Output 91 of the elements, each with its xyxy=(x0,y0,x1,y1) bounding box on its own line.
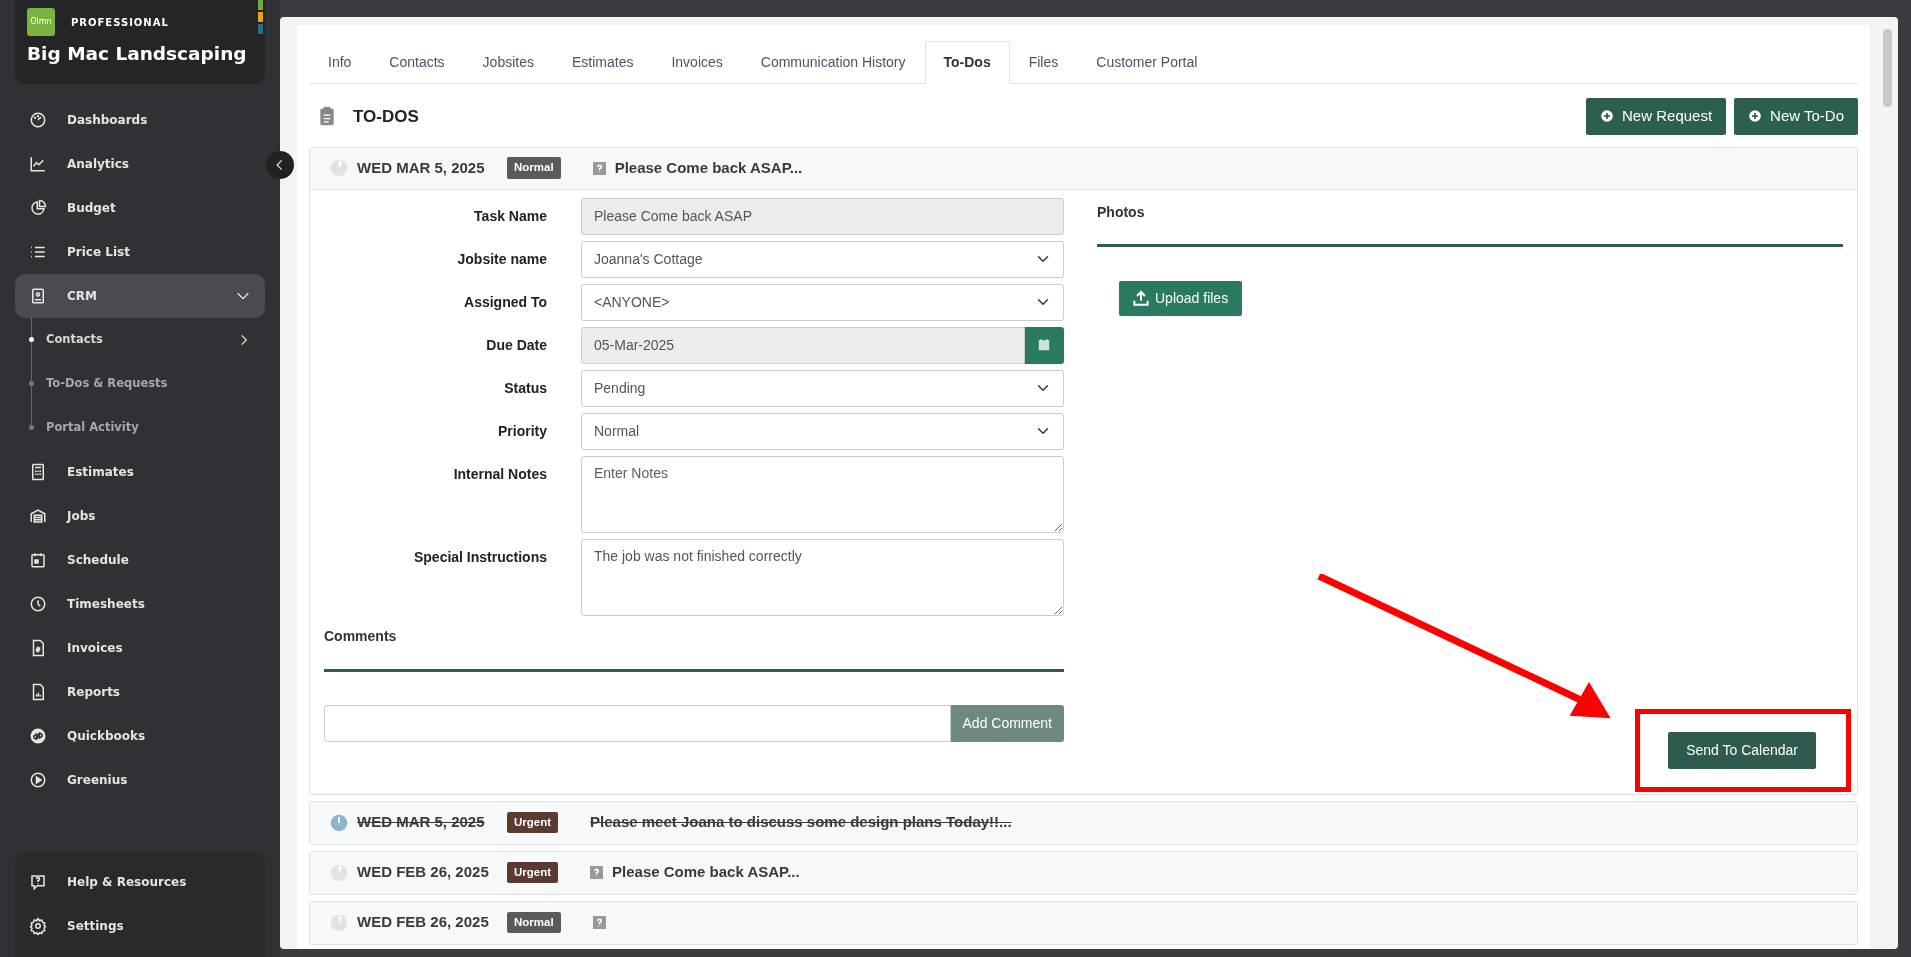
gauge-icon xyxy=(29,111,47,129)
sidebar-item[interactable]: Timesheets xyxy=(15,582,265,626)
tab[interactable]: To-Dos xyxy=(924,41,1010,84)
sidebar-item[interactable]: Greenius xyxy=(15,758,265,802)
sidebar-item[interactable]: Reports xyxy=(15,670,265,714)
field-label: Due Date xyxy=(485,335,547,355)
sidebar-item[interactable]: Schedule xyxy=(15,538,265,582)
tab[interactable]: Customer Portal xyxy=(1077,41,1217,84)
play-icon xyxy=(29,771,47,789)
tab[interactable]: Estimates xyxy=(552,41,653,84)
plus-circle-icon xyxy=(1600,109,1615,124)
text-field[interactable]: Please Come back ASAP xyxy=(581,197,1064,235)
plus-circle-icon xyxy=(1748,109,1763,124)
sidebar-item[interactable]: Invoices xyxy=(15,626,265,670)
field-label: Internal Notes xyxy=(452,464,547,484)
color-strips xyxy=(258,0,263,36)
todo-header[interactable]: WED FEB 26, 2025 Urgent Please Come back ASAP... xyxy=(310,851,1857,894)
logo: Olmn xyxy=(27,8,55,36)
todo-date: WED MAR 5, 2025 xyxy=(357,812,486,833)
sidebar-subitem[interactable]: Contacts xyxy=(15,318,265,362)
photos-title: Photos xyxy=(1097,202,1146,222)
sidebar-item[interactable]: Jobs xyxy=(15,494,265,538)
tab[interactable]: Info xyxy=(309,41,371,84)
help-bubble-icon xyxy=(29,873,47,891)
add-comment-button[interactable]: Add Comment xyxy=(950,704,1064,742)
comments-title: Comments xyxy=(324,626,398,646)
tab[interactable]: Files xyxy=(1009,41,1078,84)
qb-logo-icon xyxy=(29,727,47,745)
calculator-icon xyxy=(29,463,47,481)
field-label: Jobsite name xyxy=(456,249,547,269)
sidebar-item[interactable]: Quickbooks xyxy=(15,714,265,758)
tab[interactable]: Contacts xyxy=(370,41,464,84)
todo-date: WED FEB 26, 2025 xyxy=(357,912,490,933)
scrollbar-thumb[interactable] xyxy=(1883,29,1892,107)
pie-chart-icon xyxy=(29,199,47,217)
field-label: Task Name xyxy=(473,206,547,226)
dropdown-field[interactable]: <ANYONE> xyxy=(581,283,1064,321)
line-chart-icon xyxy=(29,155,47,173)
todo-title: Please Come back ASAP... xyxy=(614,157,803,178)
sidebar-item[interactable]: Price List xyxy=(15,230,265,274)
collapse-button[interactable] xyxy=(266,151,294,179)
todo-header[interactable]: WED MAR 5, 2025 Urgent Please meet Joana to discuss some design plans Today!!... xyxy=(310,801,1857,844)
textarea-field[interactable]: Enter Notes xyxy=(581,455,1064,533)
upload-button[interactable]: Upload files xyxy=(1119,280,1243,316)
todo-header[interactable]: WED MAR 5, 2025 Normal Please Come back ASAP... xyxy=(310,147,1857,190)
field-label: Special Instructions xyxy=(412,547,547,567)
calendar-button[interactable] xyxy=(1024,326,1064,364)
calendar-icon xyxy=(1037,338,1051,352)
field-label: Priority xyxy=(497,421,547,441)
action-button[interactable]: New To-Do xyxy=(1734,98,1858,135)
sidebar-item[interactable]: CRM xyxy=(15,274,265,318)
sidebar-item[interactable]: Settings xyxy=(15,904,265,948)
action-button[interactable]: New Request xyxy=(1586,98,1727,135)
tab[interactable]: Invoices xyxy=(652,41,742,84)
tab[interactable]: Jobsites xyxy=(463,41,553,84)
priority-badge: Normal xyxy=(507,911,561,934)
todo-date: WED MAR 5, 2025 xyxy=(357,157,486,178)
priority-badge: Normal xyxy=(507,157,561,179)
field-label: Status xyxy=(503,378,547,398)
date-field[interactable]: 05-Mar-2025 xyxy=(581,326,1025,364)
tab[interactable]: Communication History xyxy=(741,41,925,84)
todo-title: Please meet Joana to discuss some design plans Today!!... xyxy=(590,812,1012,833)
dropdown-field[interactable]: Pending xyxy=(581,369,1064,407)
field-label: Assigned To xyxy=(463,292,547,312)
clock-icon xyxy=(29,595,47,613)
sidebar-item[interactable]: Estimates xyxy=(15,450,265,494)
comment-field[interactable] xyxy=(324,704,951,742)
dropdown-field[interactable]: Joanna's Cottage xyxy=(581,240,1064,278)
calendar-icon xyxy=(29,551,47,569)
contact-card-icon xyxy=(29,287,47,305)
todo-date: WED FEB 26, 2025 xyxy=(357,862,490,883)
sidebar-item[interactable]: Help & Resources xyxy=(15,860,265,904)
sidebar-item[interactable]: Dashboards xyxy=(15,98,265,142)
todo-header[interactable]: WED FEB 26, 2025 Normal xyxy=(310,901,1857,944)
section-title: TO-DOS xyxy=(353,105,420,128)
dropdown-field[interactable]: Normal xyxy=(581,412,1064,450)
send-to-calendar-button[interactable]: Send To Calendar xyxy=(1668,731,1816,769)
textarea-field[interactable]: The job was not finished correctly xyxy=(581,538,1064,616)
sidebar-subitem[interactable]: Portal Activity xyxy=(15,406,265,450)
priority-badge: Urgent xyxy=(507,861,559,884)
priority-badge: Urgent xyxy=(507,811,559,834)
plan-label: PROFESSIONAL xyxy=(71,15,169,30)
sidebar-item[interactable]: Budget xyxy=(15,186,265,230)
company-name: Big Mac Landscaping xyxy=(27,42,247,66)
sidebar-subitem[interactable]: To-Dos & Requests xyxy=(15,362,265,406)
upload-icon xyxy=(1133,290,1149,306)
sidebar-item[interactable]: Analytics xyxy=(15,142,265,186)
garage-icon xyxy=(29,507,47,525)
settings-icon xyxy=(29,917,47,935)
clipboard-icon xyxy=(317,105,337,128)
todo-title: Please Come back ASAP... xyxy=(612,862,800,883)
